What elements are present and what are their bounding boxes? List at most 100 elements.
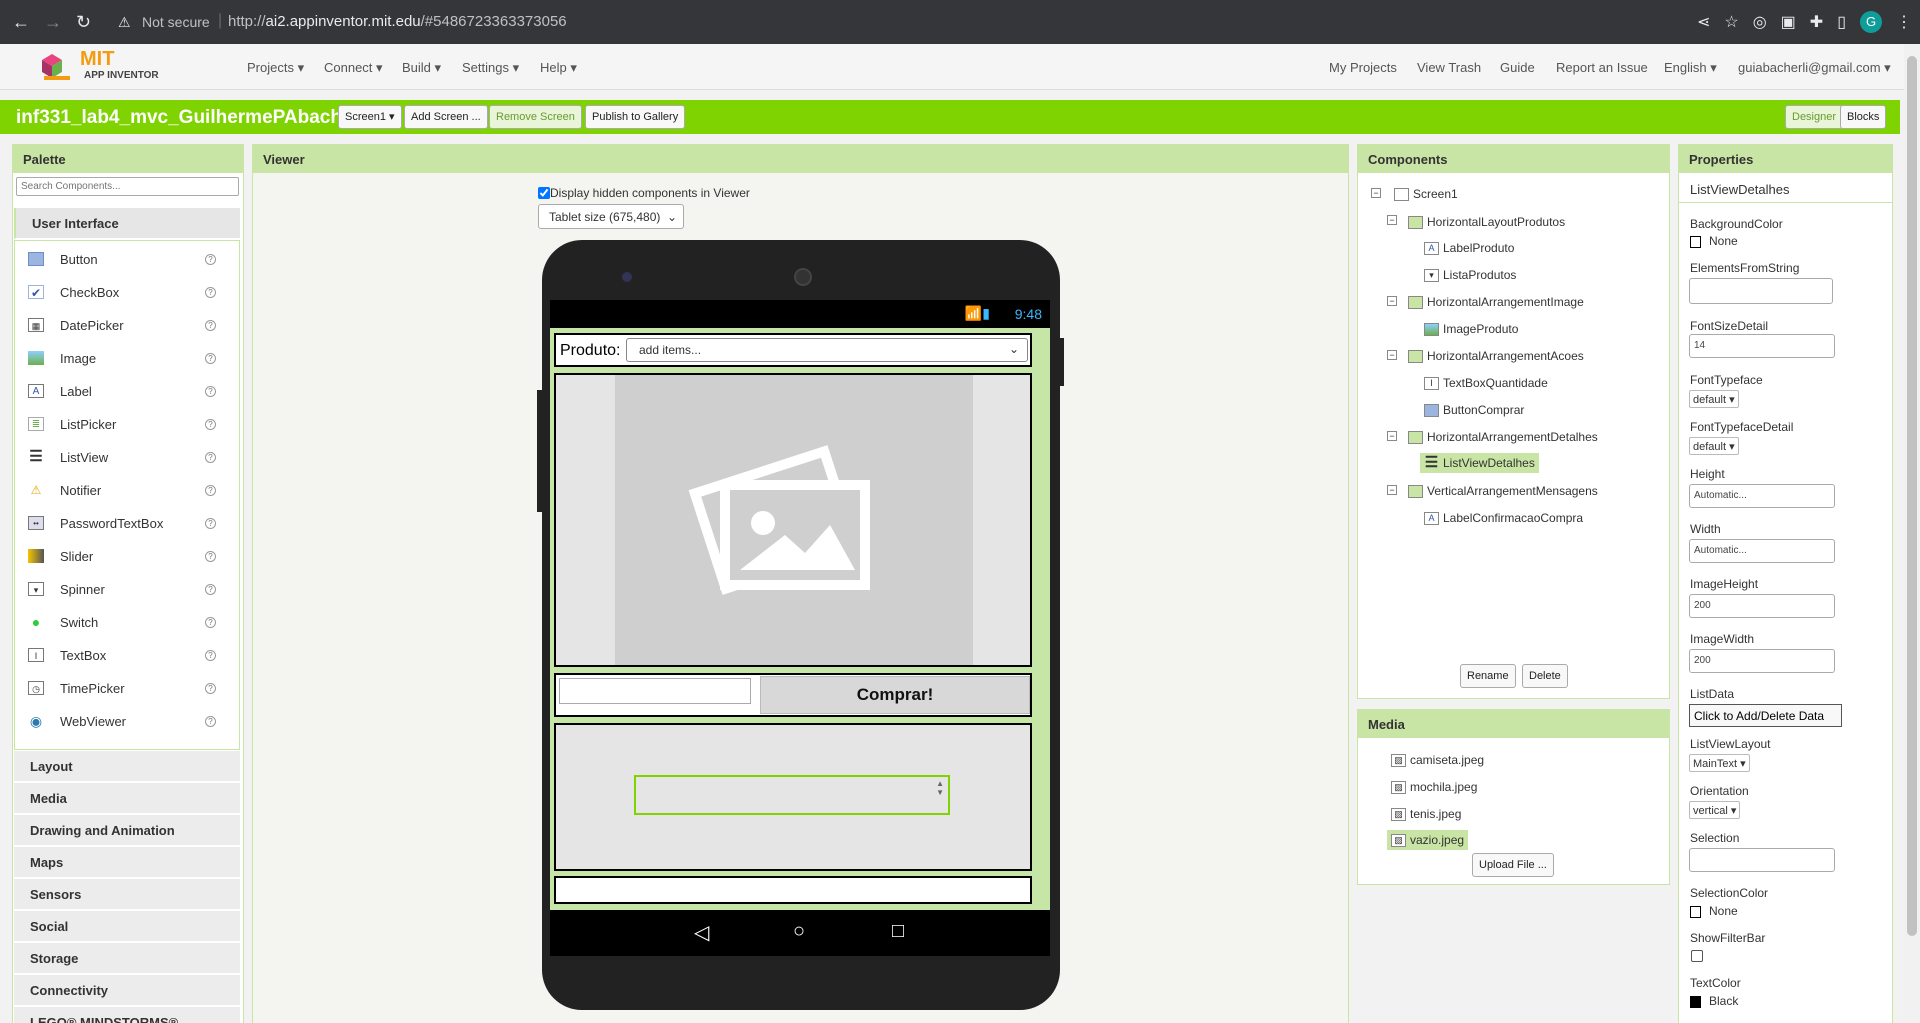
reload-icon[interactable]: ↻ bbox=[76, 12, 91, 33]
palette-item-image[interactable]: Image? bbox=[14, 342, 228, 375]
prop-height-input[interactable]: Automatic... bbox=[1689, 484, 1835, 508]
forward-icon[interactable]: → bbox=[44, 12, 62, 33]
collapse-toggle-icon[interactable]: − bbox=[1371, 188, 1381, 198]
prop-fontsize-input[interactable]: 14 bbox=[1689, 334, 1835, 358]
palette-item-label[interactable]: A Label? bbox=[14, 375, 228, 408]
palette-item-slider[interactable]: Slider? bbox=[14, 540, 228, 573]
palette-item-datepicker[interactable]: ▦ DatePicker? bbox=[14, 309, 228, 342]
prop-typeface-detail-select[interactable]: default ▾ bbox=[1689, 437, 1739, 455]
palette-search-input[interactable] bbox=[16, 177, 239, 196]
nav-back-icon[interactable]: ◁ bbox=[694, 920, 709, 945]
menu-help[interactable]: Help ▾ bbox=[540, 60, 577, 76]
media-file-tenis[interactable]: ▨ tenis.jpeg bbox=[1391, 804, 1461, 824]
palette-item-listpicker[interactable]: ≣ ListPicker? bbox=[14, 408, 228, 441]
profile-avatar[interactable]: G bbox=[1860, 11, 1882, 33]
category-social[interactable]: Social bbox=[14, 911, 240, 942]
menu-view-trash[interactable]: View Trash bbox=[1417, 60, 1481, 75]
tree-item-horizontal-arrangement-detalhes[interactable]: HorizontalArrangementDetalhes bbox=[1408, 427, 1598, 447]
tree-item-horizontal-arrangement-image[interactable]: HorizontalArrangementImage bbox=[1408, 292, 1584, 312]
palette-item-checkbox[interactable]: ✔ CheckBox? bbox=[14, 276, 228, 309]
help-icon[interactable]: ? bbox=[205, 518, 216, 529]
category-maps[interactable]: Maps bbox=[14, 847, 240, 878]
address-bar[interactable]: http://ai2.appinventor.mit.edu/#54867233… bbox=[228, 13, 567, 30]
prop-width-input[interactable]: Automatic... bbox=[1689, 539, 1835, 563]
prop-background-color-value[interactable]: None bbox=[1690, 234, 1738, 248]
tree-item-label-produto[interactable]: A LabelProduto bbox=[1424, 238, 1514, 258]
lista-produtos-spinner[interactable]: add items... ⌄ bbox=[626, 338, 1028, 362]
prop-imgheight-input[interactable]: 200 bbox=[1689, 594, 1835, 618]
tree-item-screen1[interactable]: Screen1 bbox=[1394, 184, 1458, 204]
tree-item-image-produto[interactable]: ImageProduto bbox=[1424, 319, 1518, 339]
menu-account[interactable]: guiabacherli@gmail.com ▾ bbox=[1738, 60, 1891, 76]
hidden-components-checkbox[interactable] bbox=[538, 186, 550, 199]
prop-layout-select[interactable]: MainText ▾ bbox=[1689, 754, 1750, 772]
help-icon[interactable]: ? bbox=[205, 584, 216, 595]
designer-button[interactable]: Designer bbox=[1785, 105, 1844, 129]
collapse-toggle-icon[interactable]: − bbox=[1387, 350, 1397, 360]
help-icon[interactable]: ? bbox=[205, 419, 216, 430]
palette-item-timepicker[interactable]: ◷ TimePicker? bbox=[14, 672, 228, 705]
category-connectivity[interactable]: Connectivity bbox=[14, 975, 240, 1006]
prop-selcolor-value[interactable]: None bbox=[1690, 904, 1738, 918]
menu-guide[interactable]: Guide bbox=[1500, 60, 1535, 75]
browser-menu-icon[interactable]: ⋮ bbox=[1896, 12, 1912, 32]
category-storage[interactable]: Storage bbox=[14, 943, 240, 974]
tree-item-vertical-arrangement-mensagens[interactable]: VerticalArrangementMensagens bbox=[1408, 481, 1598, 501]
palette-item-listview[interactable]: ☰ ListView? bbox=[14, 441, 228, 474]
menu-connect[interactable]: Connect ▾ bbox=[324, 60, 383, 76]
help-icon[interactable]: ? bbox=[205, 716, 216, 727]
collapse-toggle-icon[interactable]: − bbox=[1387, 431, 1397, 441]
prop-imgwidth-input[interactable]: 200 bbox=[1689, 649, 1835, 673]
help-icon[interactable]: ? bbox=[205, 452, 216, 463]
palette-item-notifier[interactable]: ⚠ Notifier? bbox=[14, 474, 228, 507]
help-icon[interactable]: ? bbox=[205, 320, 216, 331]
prop-orientation-select[interactable]: vertical ▾ bbox=[1689, 801, 1741, 819]
help-icon[interactable]: ? bbox=[205, 386, 216, 397]
page-scrollbar-thumb[interactable] bbox=[1907, 56, 1917, 936]
menu-my-projects[interactable]: My Projects bbox=[1329, 60, 1397, 75]
collapse-toggle-icon[interactable]: − bbox=[1387, 296, 1397, 306]
tree-item-label-confirmacao-compra[interactable]: A LabelConfirmacaoCompra bbox=[1424, 508, 1583, 528]
upload-file-button[interactable]: Upload File ... bbox=[1472, 853, 1554, 877]
tree-item-lista-produtos[interactable]: ▾ ListaProdutos bbox=[1424, 265, 1516, 285]
listview-detalhes[interactable]: ▲ ▼ bbox=[634, 775, 950, 815]
category-layout[interactable]: Layout bbox=[14, 751, 240, 782]
prop-listdata-button[interactable]: Click to Add/Delete Data bbox=[1689, 704, 1842, 727]
palette-item-spinner[interactable]: ▾ Spinner? bbox=[14, 573, 228, 606]
remove-screen-button[interactable]: Remove Screen bbox=[489, 105, 582, 129]
prop-textcolor-value[interactable]: Black bbox=[1690, 994, 1738, 1008]
category-drawing-animation[interactable]: Drawing and Animation bbox=[14, 815, 240, 846]
tree-item-textbox-quantidade[interactable]: I TextBoxQuantidade bbox=[1424, 373, 1548, 393]
tree-item-horizontal-arrangement-acoes[interactable]: HorizontalArrangementAcoes bbox=[1408, 346, 1584, 366]
help-icon[interactable]: ? bbox=[205, 650, 216, 661]
extension-glasses-icon[interactable]: ◎ bbox=[1753, 12, 1767, 32]
collapse-toggle-icon[interactable]: − bbox=[1387, 215, 1397, 225]
nav-recents-icon[interactable]: □ bbox=[892, 920, 904, 943]
prop-selection-input[interactable] bbox=[1689, 848, 1835, 872]
textbox-quantidade[interactable] bbox=[559, 678, 751, 704]
media-file-camiseta[interactable]: ▨ camiseta.jpeg bbox=[1391, 750, 1484, 770]
tree-item-horizontal-layout-produtos[interactable]: HorizontalLayoutProdutos bbox=[1408, 212, 1565, 232]
prop-filter-checkbox[interactable] bbox=[1691, 950, 1703, 962]
bookmark-star-icon[interactable]: ☆ bbox=[1724, 12, 1738, 32]
help-icon[interactable]: ? bbox=[205, 683, 216, 694]
prop-typeface-select[interactable]: default ▾ bbox=[1689, 390, 1739, 408]
collapse-toggle-icon[interactable]: − bbox=[1387, 485, 1397, 495]
help-icon[interactable]: ? bbox=[205, 617, 216, 628]
tree-item-button-comprar[interactable]: ButtonComprar bbox=[1424, 400, 1524, 420]
publish-gallery-button[interactable]: Publish to Gallery bbox=[585, 105, 686, 129]
media-file-mochila[interactable]: ▨ mochila.jpeg bbox=[1391, 777, 1477, 797]
menu-projects[interactable]: Projects ▾ bbox=[247, 60, 304, 76]
category-sensors[interactable]: Sensors bbox=[14, 879, 240, 910]
palette-item-switch[interactable]: ● Switch? bbox=[14, 606, 228, 639]
page-scrollbar[interactable] bbox=[1904, 44, 1920, 1023]
palette-item-button[interactable]: Button? bbox=[14, 243, 228, 276]
menu-build[interactable]: Build ▾ bbox=[402, 60, 441, 76]
extension-shield-icon[interactable]: ▣ bbox=[1781, 12, 1796, 32]
media-file-vazio[interactable]: ▨ vazio.jpeg bbox=[1387, 830, 1469, 850]
screen-select[interactable]: Screen1 ▾ bbox=[338, 105, 402, 129]
menu-report-issue[interactable]: Report an Issue bbox=[1556, 60, 1648, 75]
hidden-components-toggle[interactable]: Display hidden components in Viewer bbox=[538, 185, 750, 200]
menu-settings[interactable]: Settings ▾ bbox=[462, 60, 519, 76]
extensions-puzzle-icon[interactable]: ✚ bbox=[1810, 12, 1823, 32]
